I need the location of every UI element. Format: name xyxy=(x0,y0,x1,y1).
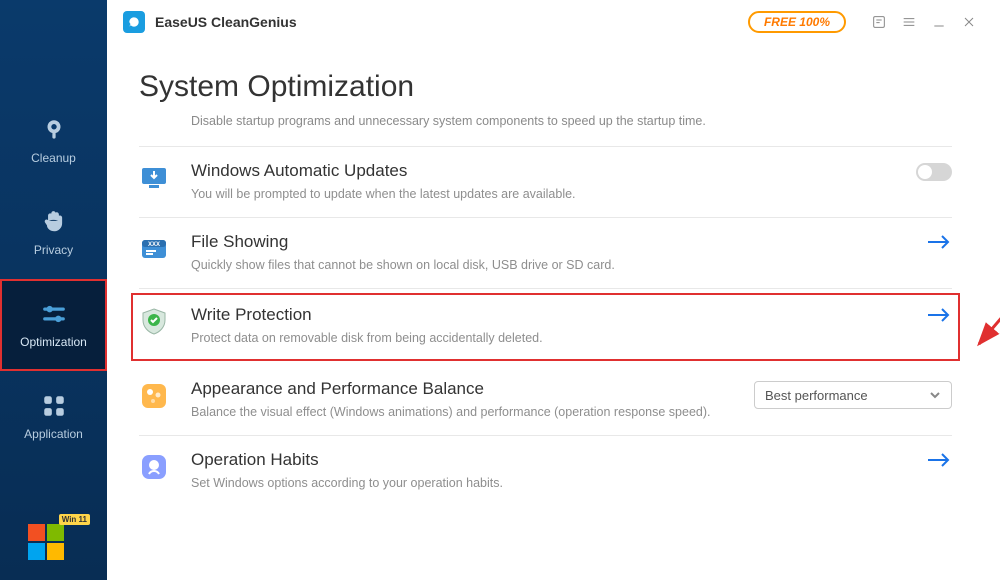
arrow-right-icon xyxy=(926,452,952,468)
hand-icon xyxy=(41,209,67,235)
close-icon xyxy=(961,14,977,30)
row-windows-updates: Windows Automatic Updates You will be pr… xyxy=(139,147,952,218)
row-desc: Set Windows options according to your op… xyxy=(191,476,914,490)
row-write-protection[interactable]: Write Protection Protect data on removab… xyxy=(131,293,960,361)
row-title: Appearance and Performance Balance xyxy=(191,379,742,399)
row-title: Operation Habits xyxy=(191,450,914,470)
minimize-button[interactable] xyxy=(924,7,954,37)
windows-promo[interactable]: Win 11 xyxy=(28,524,78,560)
broom-icon xyxy=(41,117,67,143)
row-file-showing[interactable]: XXX File Showing Quickly show files that… xyxy=(139,218,952,289)
sidebar-item-optimization[interactable]: Optimization xyxy=(0,279,107,371)
row-desc: Protect data on removable disk from bein… xyxy=(191,331,914,345)
close-button[interactable] xyxy=(954,7,984,37)
habits-icon xyxy=(139,452,169,482)
monitor-download-icon xyxy=(139,163,169,193)
app-logo-icon xyxy=(123,11,145,33)
sidebar-item-cleanup[interactable]: Cleanup xyxy=(0,95,107,187)
row-appearance-balance: Appearance and Performance Balance Balan… xyxy=(139,365,952,436)
sidebar-item-application[interactable]: Application xyxy=(0,371,107,463)
page-subtitle: Disable startup programs and unnecessary… xyxy=(139,114,952,128)
minimize-icon xyxy=(931,14,947,30)
shield-check-icon xyxy=(139,307,169,337)
row-title: Write Protection xyxy=(191,305,914,325)
arrow-right-icon xyxy=(926,234,952,250)
chevron-down-icon xyxy=(929,389,941,401)
free-badge[interactable]: FREE 100% xyxy=(748,11,846,33)
sliders-icon xyxy=(41,301,67,327)
sidebar-item-label: Application xyxy=(24,427,83,441)
feedback-button[interactable] xyxy=(864,7,894,37)
file-showing-arrow[interactable] xyxy=(926,232,952,250)
note-icon xyxy=(871,14,887,30)
row-title: Windows Automatic Updates xyxy=(191,161,904,181)
title-bar: EaseUS CleanGenius FREE 100% xyxy=(107,0,1000,44)
palette-icon xyxy=(139,381,169,411)
arrow-right-icon xyxy=(926,307,952,323)
write-protection-arrow[interactable] xyxy=(926,305,952,323)
hamburger-icon xyxy=(901,14,917,30)
sidebar-item-label: Privacy xyxy=(34,243,73,257)
file-card-icon: XXX xyxy=(139,234,169,264)
sidebar-item-privacy[interactable]: Privacy xyxy=(0,187,107,279)
content: System Optimization Disable startup prog… xyxy=(107,44,1000,506)
row-desc: Quickly show files that cannot be shown … xyxy=(191,258,914,272)
operation-habits-arrow[interactable] xyxy=(926,450,952,468)
dropdown-value: Best performance xyxy=(765,388,868,403)
sidebar-item-label: Optimization xyxy=(20,335,87,349)
sidebar-item-label: Cleanup xyxy=(31,151,76,165)
menu-button[interactable] xyxy=(894,7,924,37)
app-title: EaseUS CleanGenius xyxy=(155,14,297,30)
row-desc: You will be prompted to update when the … xyxy=(191,187,904,201)
sidebar: Cleanup Privacy Optimization Application… xyxy=(0,0,107,580)
row-title: File Showing xyxy=(191,232,914,252)
apps-grid-icon xyxy=(41,393,67,419)
main-pane: EaseUS CleanGenius FREE 100% System Opti… xyxy=(107,0,1000,580)
page-title: System Optimization xyxy=(139,70,952,104)
windows-logo-icon xyxy=(28,524,64,560)
updates-toggle[interactable] xyxy=(916,163,952,181)
row-operation-habits[interactable]: Operation Habits Set Windows options acc… xyxy=(139,436,952,506)
appearance-dropdown[interactable]: Best performance xyxy=(754,381,952,409)
svg-text:XXX: XXX xyxy=(148,242,160,248)
promo-badge: Win 11 xyxy=(59,514,90,525)
row-desc: Balance the visual effect (Windows anima… xyxy=(191,405,742,419)
